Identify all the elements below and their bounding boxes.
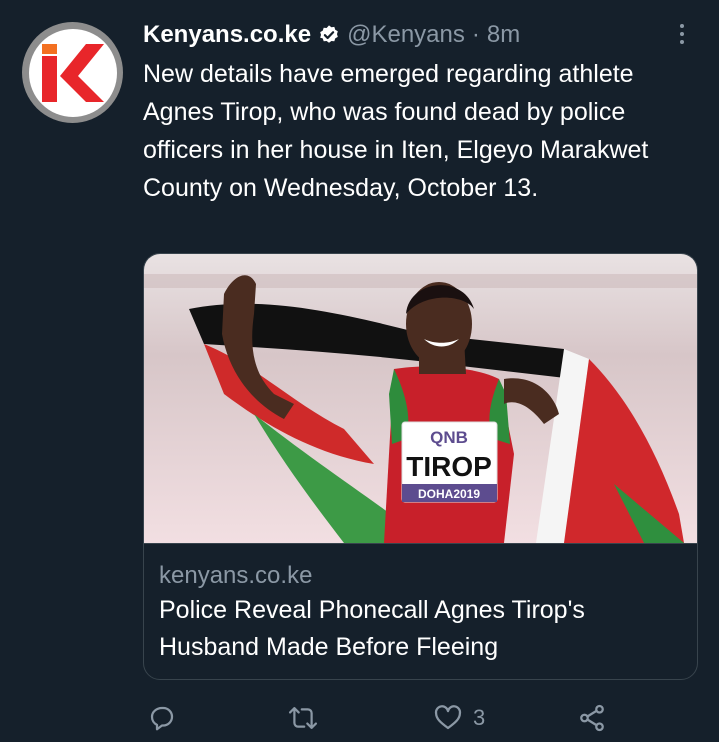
article-photo: QNB TIROP DOHA2019: [144, 254, 697, 543]
avatar[interactable]: [22, 22, 123, 123]
tweet-text: New details have emerged regarding athle…: [143, 60, 649, 202]
card-domain: kenyans.co.ke: [159, 562, 313, 589]
share-icon: [580, 704, 604, 732]
like-count: 3: [473, 705, 486, 730]
share-button[interactable]: [576, 700, 608, 736]
link-card[interactable]: QNB TIROP DOHA2019 kenyans.co.ke Police …: [143, 253, 698, 680]
heart-icon: [434, 705, 462, 730]
card-title: Police Reveal Phonecall Agnes Tirop's Hu…: [159, 596, 585, 661]
card-meta: kenyans.co.ke Police Reveal Phonecall Ag…: [144, 543, 697, 679]
kenyans-logo: [28, 28, 117, 117]
separator-dot: ·: [471, 21, 480, 48]
verified-badge-icon: [318, 24, 340, 46]
reply-icon: [150, 706, 174, 731]
tweet-actions: 3: [143, 700, 703, 736]
retweet-button[interactable]: [287, 700, 319, 736]
tweet-header: Kenyans.co.ke @Kenyans · 8m: [143, 18, 659, 52]
more-options-icon[interactable]: [670, 22, 694, 46]
author-name[interactable]: Kenyans.co.ke: [143, 21, 311, 49]
retweet-icon: [288, 707, 318, 729]
timestamp[interactable]: 8m: [487, 21, 520, 49]
like-button[interactable]: 3: [433, 700, 485, 736]
bib-name: TIROP: [406, 451, 492, 482]
bib-sponsor: QNB: [430, 428, 468, 447]
bib-event: DOHA2019: [418, 487, 480, 501]
reply-button[interactable]: [147, 700, 177, 736]
author-handle[interactable]: @Kenyans: [347, 21, 465, 49]
